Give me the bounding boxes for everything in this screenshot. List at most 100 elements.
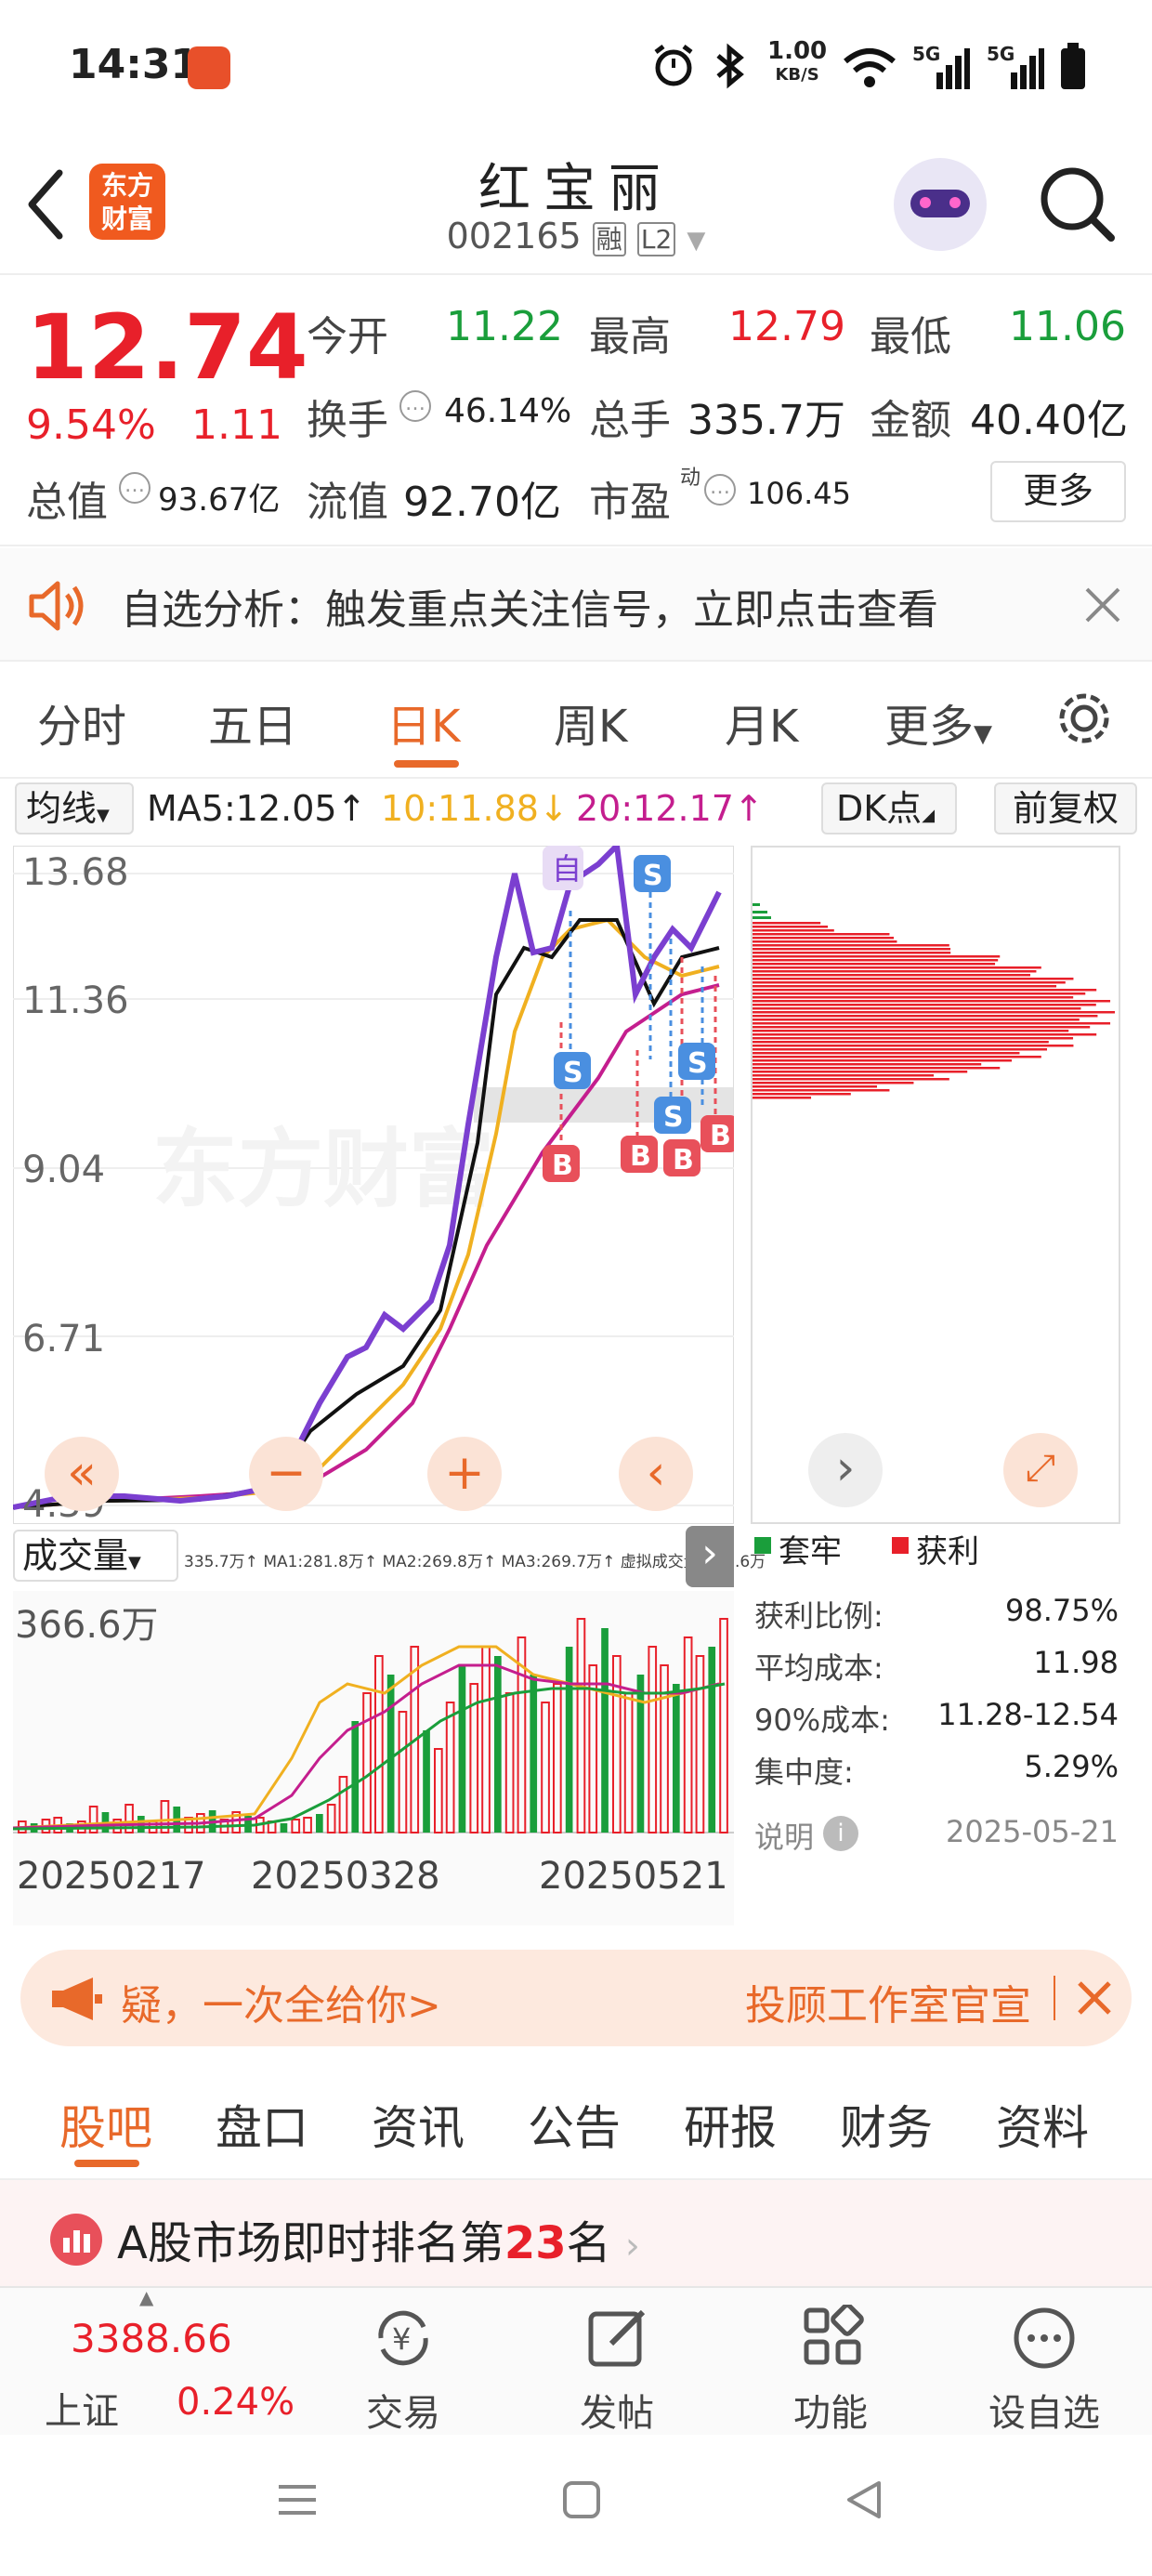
- chip-bar: [753, 1074, 935, 1077]
- volume-select-label: 成交量: [22, 1535, 129, 1576]
- volume-bar: [494, 1656, 502, 1833]
- amount-label: 金额: [870, 397, 951, 444]
- stock-code-row[interactable]: 002165 融 L2 ▼: [437, 216, 715, 256]
- add-watchlist-button[interactable]: 设自选: [970, 2288, 1119, 2437]
- tab-news[interactable]: 资讯: [372, 2091, 465, 2158]
- post-label: 发帖: [580, 2392, 654, 2435]
- chip-bar: [753, 1022, 1111, 1025]
- chip-bar: [753, 981, 1066, 984]
- ma-select[interactable]: 均线▼: [15, 782, 134, 835]
- bottom-toolbar: ▲ 3388.66 上证 0.24% ¥ 交易 发帖 功能 设自选: [0, 2286, 1152, 2435]
- home-square-icon[interactable]: [559, 2477, 604, 2522]
- info-icon[interactable]: …: [119, 472, 151, 504]
- tab-order-book[interactable]: 盘口: [216, 2091, 308, 2158]
- info-icon[interactable]: …: [399, 390, 431, 422]
- chip-bar: [753, 929, 834, 932]
- note-label[interactable]: 说明: [754, 1814, 814, 1857]
- scroll-right-icon[interactable]: ›: [808, 1433, 883, 1507]
- chip-bar: [753, 1063, 982, 1066]
- tab-five-day[interactable]: 五日: [208, 690, 297, 755]
- adjust-button[interactable]: 前复权: [994, 782, 1137, 835]
- self-marker-text: 自: [552, 851, 582, 887]
- promo-banner[interactable]: 疑，一次全给你> 投顾工作室官宣: [20, 1950, 1132, 2046]
- ma10-value: 10:11.88↓: [381, 788, 569, 829]
- index-name: 上证: [45, 2390, 119, 2433]
- chip-bar: [753, 996, 1074, 999]
- chip-bar: [753, 1037, 1074, 1040]
- profit-legend-label: 获利: [916, 1533, 979, 1571]
- kline-chart[interactable]: 东方财富 13.68 11.36 9.04 6.71 4.39 自 S S: [12, 839, 738, 1526]
- tab-research[interactable]: 研报: [684, 2091, 777, 2158]
- info-icon[interactable]: i: [823, 1816, 858, 1851]
- volume-bar: [530, 1675, 538, 1833]
- system-nav-bar: [0, 2435, 1152, 2576]
- post-button[interactable]: 发帖: [543, 2288, 691, 2437]
- date-label-1: 20250328: [251, 1855, 440, 1898]
- tab-profile[interactable]: 资料: [996, 2091, 1089, 2158]
- turnover-label: 换手: [307, 397, 388, 444]
- expand-panel-icon[interactable]: ›: [686, 1526, 734, 1587]
- zoom-out-icon[interactable]: −: [249, 1437, 323, 1511]
- chip-bar: [753, 970, 1037, 973]
- buy-signal-text: B: [673, 1144, 694, 1176]
- tab-more[interactable]: 更多▼: [884, 690, 992, 755]
- scroll-left-fast-icon[interactable]: «: [45, 1437, 119, 1511]
- volume-select[interactable]: 成交量▼: [13, 1530, 178, 1582]
- ranking-row[interactable]: A股市场即时排名第23名 ›: [0, 2180, 1152, 2286]
- more-button[interactable]: 更多: [990, 461, 1126, 522]
- tab-intraday[interactable]: 分时: [37, 690, 126, 755]
- tab-forum[interactable]: 股吧: [59, 2091, 152, 2158]
- zoom-in-icon[interactable]: +: [427, 1437, 502, 1511]
- menu-icon[interactable]: [275, 2477, 320, 2522]
- bluetooth-icon: [716, 43, 744, 89]
- settings-gear-icon[interactable]: [1054, 688, 1115, 749]
- close-icon[interactable]: [1083, 585, 1122, 624]
- speed-unit: KB/S: [775, 65, 819, 85]
- back-triangle-icon[interactable]: [842, 2477, 886, 2522]
- volume-chart[interactable]: 366.6万 20250217 20250328 20250521: [12, 1591, 734, 1925]
- tab-weekly-k[interactable]: 周K: [554, 690, 627, 755]
- tab-daily-k[interactable]: 日K: [386, 690, 460, 755]
- scroll-left-icon[interactable]: ‹: [619, 1437, 693, 1511]
- functions-button[interactable]: 功能: [756, 2288, 905, 2437]
- assistant-robot-icon[interactable]: [894, 158, 987, 251]
- back-icon[interactable]: [22, 167, 69, 242]
- search-icon[interactable]: [1037, 164, 1117, 243]
- chip-bar: [753, 1007, 1081, 1010]
- chip-info-panel: 套牢 获利 获利比例: 98.75% 平均成本: 11.98 90%成本: 11…: [751, 1526, 1122, 1860]
- tab-financials[interactable]: 财务: [840, 2091, 933, 2158]
- tab-announcements[interactable]: 公告: [528, 2091, 621, 2158]
- notice-bar[interactable]: 自选分析：触发重点关注信号，立即点击查看: [0, 548, 1152, 662]
- signal-icon-1: [936, 48, 970, 89]
- tab-monthly-k[interactable]: 月K: [725, 690, 798, 755]
- close-icon[interactable]: [1076, 1979, 1113, 2017]
- change-percent: 9.54%: [26, 401, 156, 449]
- chip-bar: [753, 1004, 1096, 1006]
- low-value: 11.06: [1009, 303, 1126, 350]
- chip-bar: [753, 1067, 1001, 1070]
- period-tabs: 分时 五日 日K 周K 月K 更多▼: [0, 662, 1152, 779]
- expand-icon[interactable]: ⤢: [1003, 1433, 1078, 1507]
- chip-bar: [753, 940, 897, 943]
- sell-signal-text: S: [663, 1101, 684, 1134]
- chip-row-value: 98.75%: [1004, 1593, 1119, 1628]
- banner-studio-link[interactable]: 投顾工作室官宣: [745, 1972, 1054, 2031]
- dk-point-button[interactable]: DK点◢: [821, 782, 957, 835]
- high-label: 最高: [589, 313, 671, 361]
- chip-bar: [753, 1097, 812, 1099]
- chip-distribution-chart[interactable]: › ⤢: [751, 846, 1120, 1524]
- volume-bar: [636, 1675, 645, 1833]
- low-label: 最低: [870, 313, 951, 361]
- buy-signal-text: B: [630, 1140, 651, 1173]
- y-tick-1: 11.36: [22, 979, 129, 1022]
- app-logo[interactable]: 东方 财富: [89, 164, 165, 240]
- chip-bar: [753, 985, 1057, 988]
- info-icon[interactable]: …: [704, 474, 736, 506]
- index-ticker[interactable]: ▲ 3388.66 上证 0.24%: [37, 2286, 334, 2437]
- chip-bar: [753, 1011, 1115, 1014]
- divider: [1054, 1976, 1055, 2020]
- chip-bar: [753, 944, 949, 947]
- stock-header: 东方 财富 红宝丽 002165 融 L2 ▼: [0, 139, 1152, 275]
- trade-button[interactable]: ¥ 交易: [329, 2288, 478, 2437]
- corner-arrow-icon: ◢: [922, 806, 936, 825]
